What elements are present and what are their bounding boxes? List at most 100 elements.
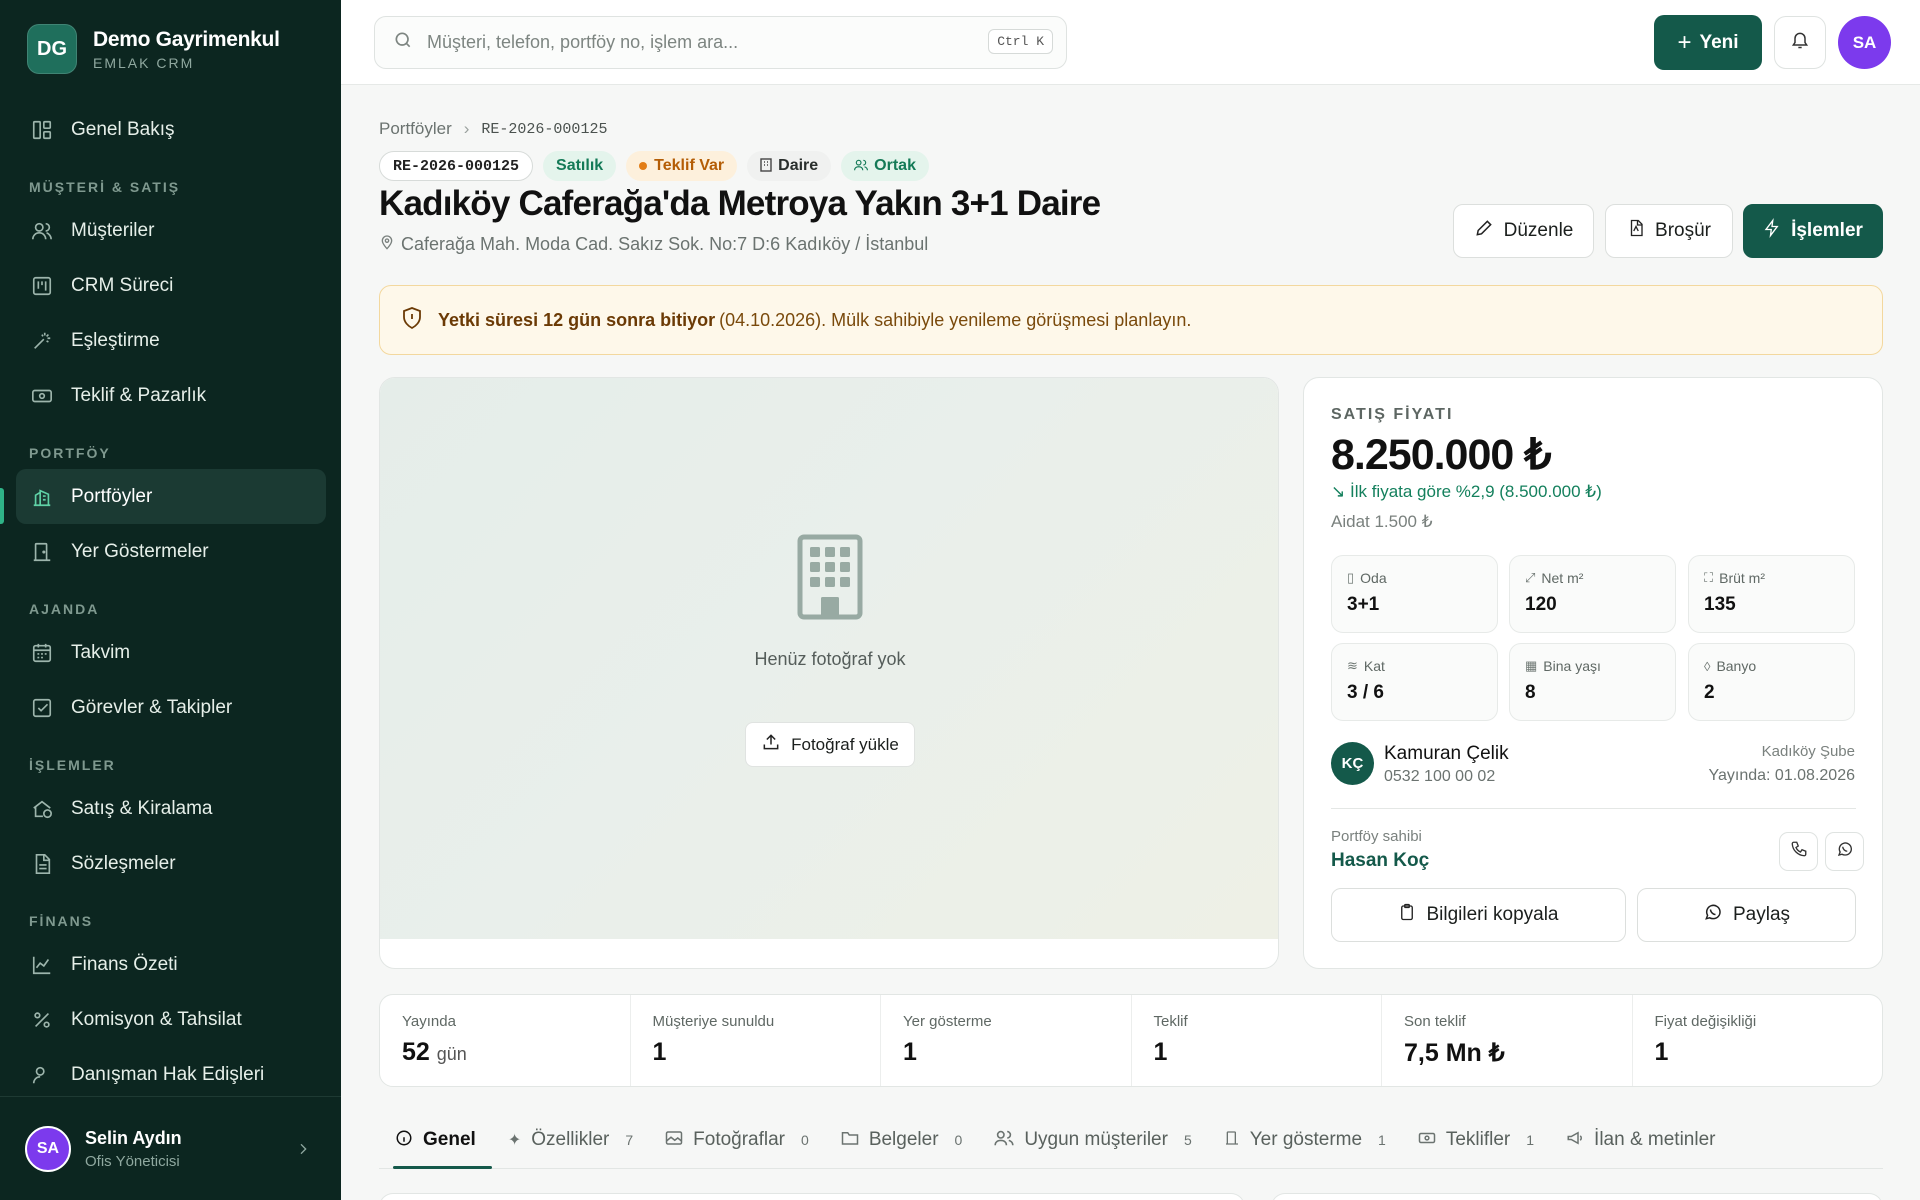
stat-last-offer: Son teklif 7,5 Mn ₺ xyxy=(1382,995,1633,1086)
clipboard-icon xyxy=(1398,902,1426,928)
sidebar-item-calendar[interactable]: Takvim xyxy=(16,625,326,680)
phone-icon xyxy=(1790,840,1808,863)
tab-showings[interactable]: Yer gösterme 1 xyxy=(1208,1112,1402,1168)
kanban-icon xyxy=(29,273,55,299)
price-card: SATIŞ FİYATI 8.250.000 ₺ ↘ İlk fiyata gö… xyxy=(1303,377,1883,969)
sidebar-item-matching[interactable]: Eşleştirme xyxy=(16,313,326,368)
tag-row: RE-2026-000125 Satılık Teklif Var Daire … xyxy=(379,151,939,181)
user-menu[interactable]: SA Selin Aydın Ofis Yöneticisi xyxy=(0,1096,341,1200)
document-icon xyxy=(29,851,55,877)
type-badge-label: Daire xyxy=(778,157,819,174)
whatsapp-owner-button[interactable] xyxy=(1825,832,1864,871)
alert-text: (04.10.2026). Mülk sahibiyle yenileme gö… xyxy=(719,309,1192,330)
sidebar-item-showings[interactable]: Yer Göstermeler xyxy=(16,524,326,579)
users-icon xyxy=(854,158,869,174)
brochure-button-label: Broşür xyxy=(1655,220,1711,241)
nav-section-agenda: AJANDA xyxy=(29,601,100,617)
operations-button[interactable]: İşlemler xyxy=(1743,204,1883,258)
tab-photos[interactable]: Fotoğraflar 0 xyxy=(649,1112,825,1168)
brand-logo: DG xyxy=(27,24,77,74)
stat-label: Yayında xyxy=(402,1013,456,1030)
sidebar-item-label: Müşteriler xyxy=(71,219,155,241)
tab-label: Yer gösterme xyxy=(1249,1129,1363,1150)
sidebar-item-earnings[interactable]: Danışman Hak Edişleri xyxy=(16,1047,326,1102)
sidebar-item-portfolios[interactable]: Portföyler xyxy=(16,469,326,524)
user-name: Selin Aydın xyxy=(85,1127,182,1148)
stat-published-days: Yayında 52 gün xyxy=(380,995,631,1086)
sidebar-item-contracts[interactable]: Sözleşmeler xyxy=(16,836,326,891)
edit-button-label: Düzenle xyxy=(1503,220,1574,241)
breadcrumb-root[interactable]: Portföyler xyxy=(379,119,452,139)
stat-label: Fiyat değişikliği xyxy=(1654,1013,1757,1030)
frame-icon: ⛶ xyxy=(1704,570,1714,585)
brand[interactable]: DG Demo Gayrimenkul EMLAK CRM xyxy=(27,24,280,74)
sidebar-item-crm[interactable]: CRM Süreci xyxy=(16,258,326,313)
sidebar-item-finance[interactable]: Finans Özeti xyxy=(16,937,326,992)
tab-count: 5 xyxy=(1183,1132,1192,1148)
tab-matching-customers[interactable]: Uygun müşteriler 5 xyxy=(978,1112,1207,1168)
upload-photo-button[interactable]: Fotoğraf yükle xyxy=(745,722,915,767)
dues: Aidat 1.500 ₺ xyxy=(1331,512,1433,531)
operations-button-label: İşlemler xyxy=(1791,220,1863,241)
avatar[interactable]: SA xyxy=(1838,16,1891,69)
sidebar-item-commission[interactable]: Komisyon & Tahsilat xyxy=(16,992,326,1047)
sidebar-item-customers[interactable]: Müşteriler xyxy=(16,203,326,258)
building-chart-icon xyxy=(29,484,55,510)
agent-name[interactable]: Kamuran Çelik xyxy=(1384,743,1509,765)
brochure-button[interactable]: Broşür xyxy=(1605,204,1733,258)
call-owner-button[interactable] xyxy=(1779,832,1818,871)
agent-phone: 0532 100 00 02 xyxy=(1384,768,1496,785)
search-box[interactable]: Ctrl K xyxy=(374,16,1067,69)
share-button-label: Paylaş xyxy=(1732,904,1791,925)
nav-section-portfolio: PORTFÖY xyxy=(29,445,111,461)
house-dollar-icon xyxy=(29,796,55,822)
tab-features[interactable]: ✦ Özellikler 7 xyxy=(492,1112,649,1168)
divider xyxy=(1331,808,1856,809)
percent-icon xyxy=(29,1007,55,1033)
sidebar-item-label: Teklif & Pazarlık xyxy=(71,384,207,406)
sidebar-item-tasks[interactable]: Görevler & Takipler xyxy=(16,680,326,735)
stat-offers: Teklif 1 xyxy=(1132,995,1382,1086)
spec-label: Oda xyxy=(1360,570,1387,586)
sidebar-item-sales[interactable]: Satış & Kiralama xyxy=(16,781,326,836)
spec-value: 135 xyxy=(1704,594,1736,615)
door-icon xyxy=(1224,1129,1240,1152)
spec-net-area: ⤢ Net m² 120 xyxy=(1509,555,1676,633)
agent-avatar: KÇ xyxy=(1331,742,1374,785)
status-badge: Satılık xyxy=(543,151,617,181)
notifications-button[interactable] xyxy=(1774,16,1826,69)
spec-label: Kat xyxy=(1363,658,1385,674)
tab-general[interactable]: Genel xyxy=(379,1112,492,1169)
search-input[interactable] xyxy=(427,32,947,53)
agent-branch: Kadıköy Şube xyxy=(1761,743,1855,760)
spec-rooms: ▯ Oda 3+1 xyxy=(1331,555,1498,633)
sidebar-item-offers[interactable]: Teklif & Pazarlık xyxy=(16,368,326,423)
user-role: Ofis Yöneticisi xyxy=(85,1152,180,1170)
owner-name[interactable]: Hasan Koç xyxy=(1331,850,1429,872)
price-value: 8.250.000 ₺ xyxy=(1331,431,1552,479)
spec-label: Banyo xyxy=(1716,658,1757,674)
stat-value: 1 xyxy=(903,1038,917,1066)
tab-count: 0 xyxy=(801,1132,809,1148)
new-button[interactable]: + Yeni xyxy=(1654,15,1762,70)
copy-info-button[interactable]: Bilgileri kopyala xyxy=(1331,888,1626,942)
tab-documents[interactable]: Belgeler 0 xyxy=(825,1112,979,1168)
sidebar-item-overview[interactable]: Genel Bakış xyxy=(16,102,326,157)
tab-listings[interactable]: İlan & metinler xyxy=(1550,1112,1731,1168)
spec-building-age: ▦ Bina yaşı 8 xyxy=(1509,643,1676,721)
tab-offers[interactable]: Teklifler 1 xyxy=(1402,1112,1550,1168)
expand-icon: ⤢ xyxy=(1525,570,1536,585)
expiry-alert: Yetki süresi 12 gün sonra bitiyor (04.10… xyxy=(379,285,1883,355)
stat-unit: gün xyxy=(436,1044,467,1064)
copy-button-label: Bilgileri kopyala xyxy=(1426,904,1559,925)
edit-button[interactable]: Düzenle xyxy=(1453,204,1594,258)
folder-icon xyxy=(841,1130,859,1151)
published-date: Yayında: 01.08.2026 xyxy=(1708,767,1856,784)
share-button[interactable]: Paylaş xyxy=(1637,888,1856,942)
megaphone-icon xyxy=(1566,1130,1584,1151)
offer-badge-label: Teklif Var xyxy=(654,157,725,174)
spec-bathrooms: ◊ Banyo 2 xyxy=(1688,643,1855,721)
upload-icon xyxy=(761,732,791,757)
building-icon xyxy=(797,534,863,625)
checkbox-icon xyxy=(29,695,55,721)
